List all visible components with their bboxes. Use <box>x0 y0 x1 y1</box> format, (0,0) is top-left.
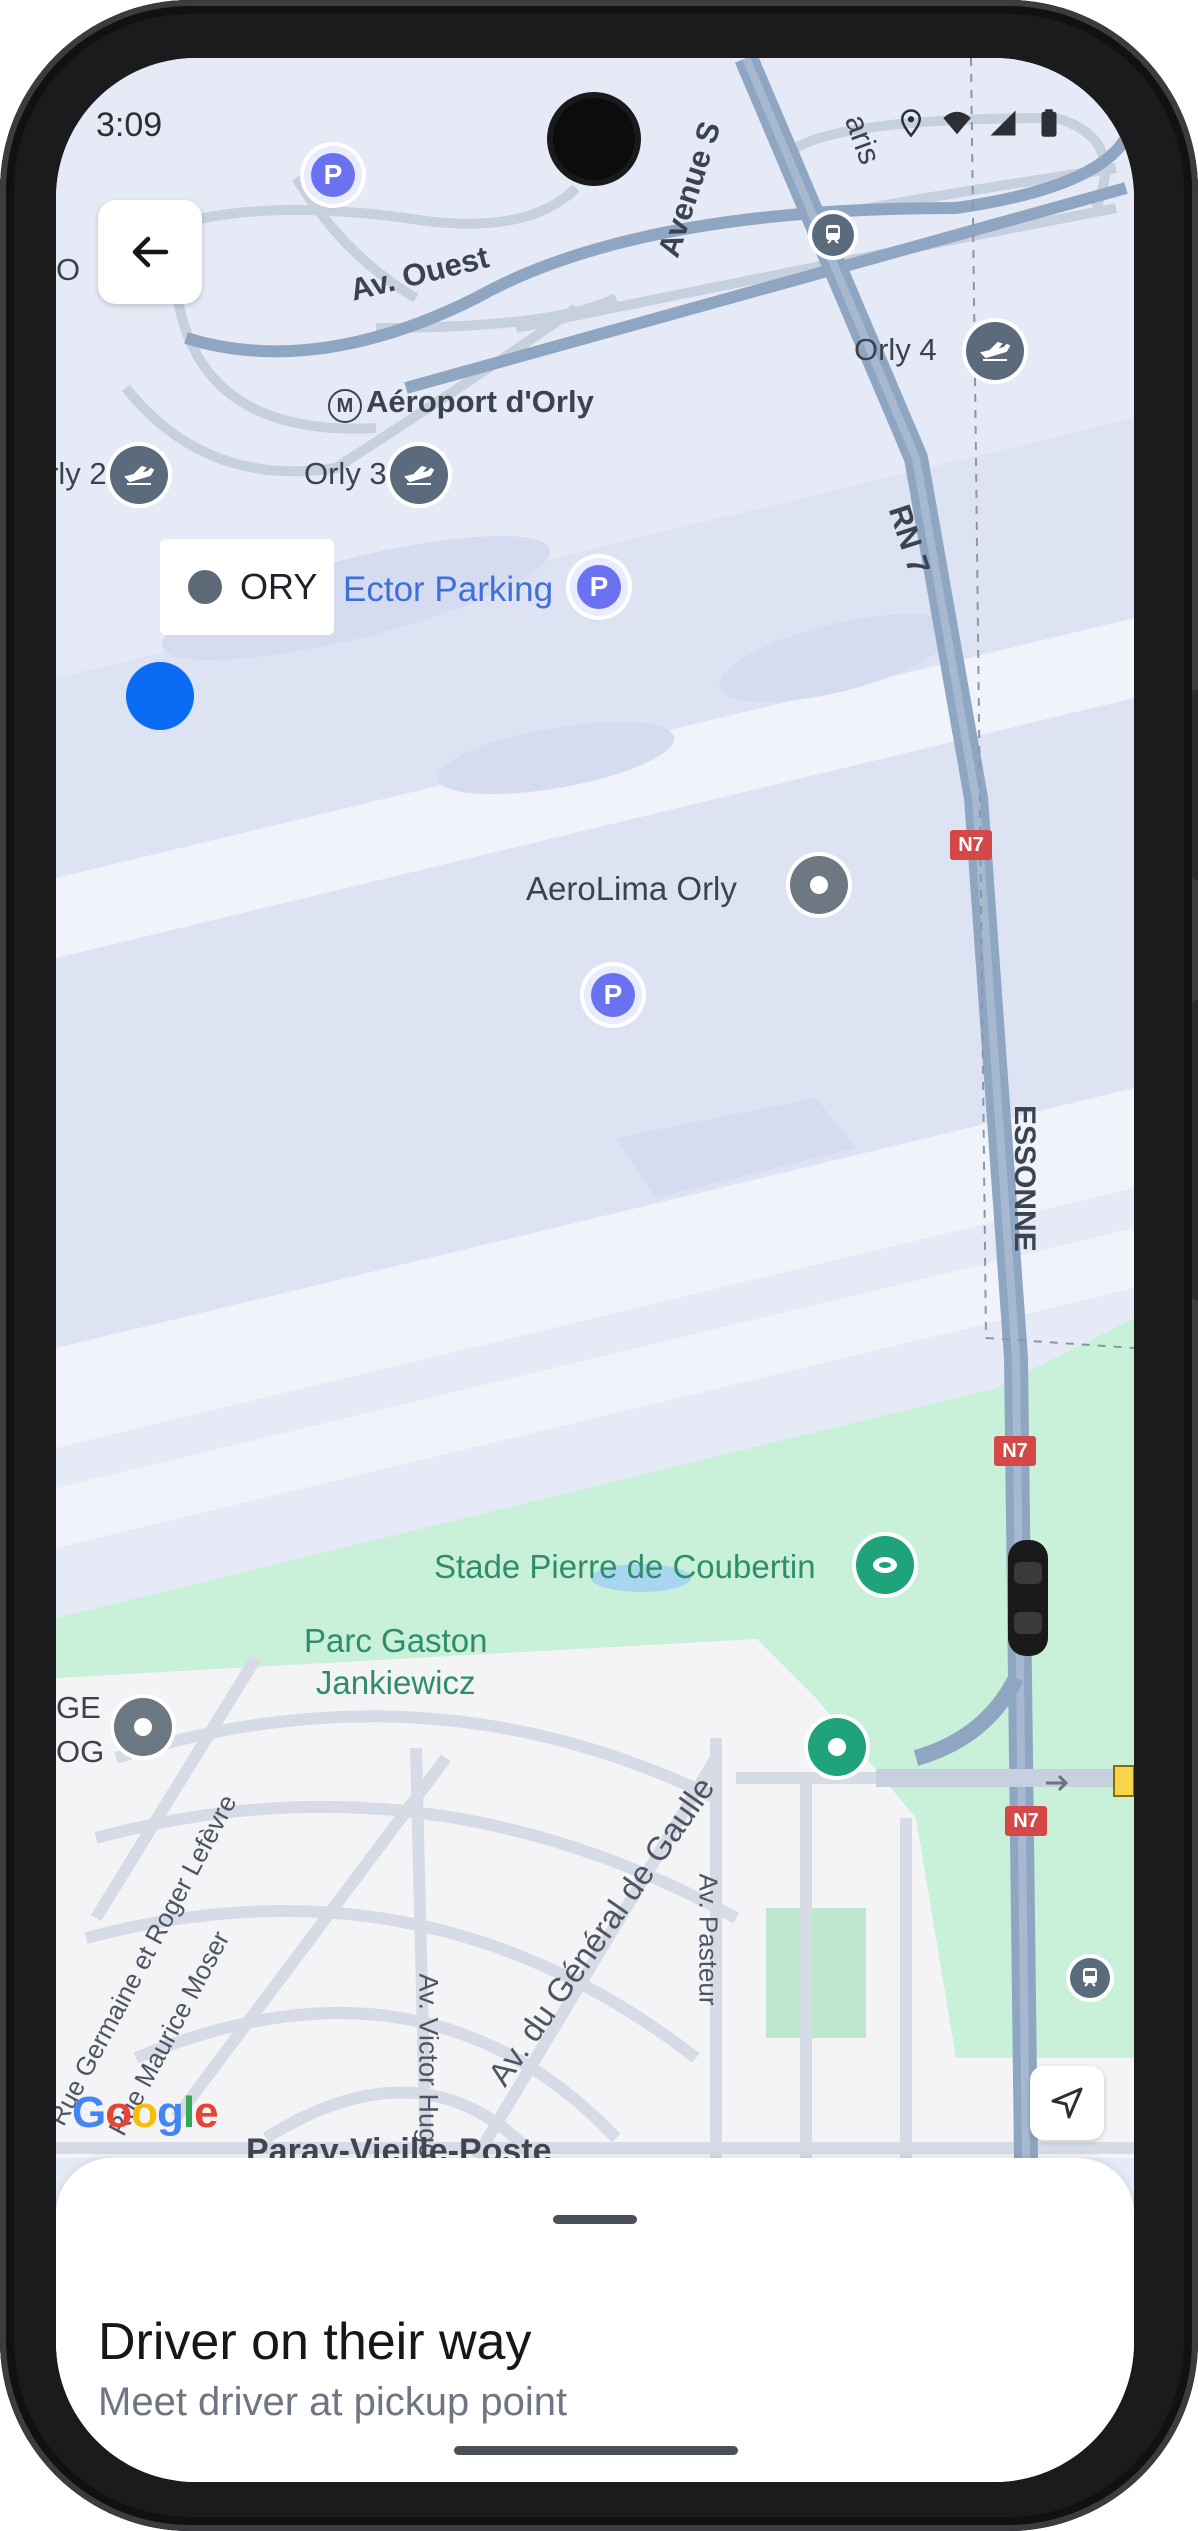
google-logo: Google <box>72 2088 219 2137</box>
orly4-label: Orly 4 <box>854 332 937 367</box>
train-icon <box>1083 1968 1097 1987</box>
airport-terminal-pin[interactable] <box>966 322 1024 380</box>
airport-terminal-pin[interactable] <box>110 446 168 504</box>
navigation-arrow-icon <box>1051 2087 1083 2119</box>
road-label-av-victor-hugo: Av. Victor Hugo <box>413 1973 444 2159</box>
status-time: 3:09 <box>96 106 163 144</box>
orly2-label: rly 2 <box>56 456 107 491</box>
orly3-label: Orly 3 <box>304 456 387 491</box>
pickup-point-pin[interactable] <box>808 1718 866 1776</box>
road-shield-n7: N7 <box>950 830 992 860</box>
og-label: OG <box>56 1734 105 1769</box>
airport-terminal-pin[interactable] <box>390 446 448 504</box>
power-button <box>1192 1000 1198 1300</box>
user-location-dot <box>126 662 194 730</box>
place-pin-aerolima[interactable] <box>790 856 848 914</box>
edge-label-o: O <box>56 252 81 287</box>
airplane-icon <box>404 465 434 485</box>
stadium-pin[interactable] <box>856 1536 914 1594</box>
battery-icon <box>1041 109 1057 137</box>
place-pin-dot <box>810 876 828 894</box>
arrow-left-icon <box>132 236 169 268</box>
stadium-icon <box>873 1557 897 1573</box>
pickup-location-chip[interactable]: ORY <box>160 539 334 635</box>
driver-car <box>1008 1540 1048 1656</box>
pickup-dot-icon <box>188 570 222 604</box>
phone-frame: Av. Ouest Avenue S aris M Aéroport d'Orly… <box>0 0 1198 2531</box>
metro-label-aeroport-orly: M Aéroport d'Orly <box>328 384 594 423</box>
road-shield-n7: N7 <box>994 1436 1036 1466</box>
parc-label-line1: Parc Gaston <box>304 1622 488 1659</box>
metro-icon: M <box>328 389 362 423</box>
airplane-icon <box>980 341 1010 361</box>
signal-icon <box>990 110 1016 136</box>
place-pin-dot <box>134 1718 152 1736</box>
pickup-location-label: ORY <box>240 566 318 607</box>
volume-button <box>1192 690 1198 880</box>
road-label-essonne: ESSONNE <box>1008 1105 1041 1252</box>
wifi-icon <box>943 111 971 135</box>
stade-label: Stade Pierre de Coubertin <box>434 1548 816 1585</box>
airplane-icon <box>124 465 154 485</box>
pickup-pin-dot <box>828 1738 846 1756</box>
sheet-title: Driver on their way <box>98 2313 532 2371</box>
map[interactable] <box>56 58 1134 2482</box>
sheet-subtitle: Meet driver at pickup point <box>98 2380 568 2424</box>
ge-label: GE <box>56 1690 101 1725</box>
train-pin[interactable] <box>812 214 854 256</box>
train-icon <box>826 225 840 244</box>
aerolima-label: AeroLima Orly <box>526 870 737 907</box>
recenter-button[interactable] <box>1030 2066 1104 2140</box>
status-bar: 3:09 <box>56 58 1134 208</box>
aeroport-text: Aéroport d'Orly <box>366 384 594 419</box>
status-icons <box>896 108 1064 138</box>
home-indicator[interactable] <box>454 2446 738 2455</box>
road-label-av-pasteur: Av. Pasteur <box>693 1873 724 2006</box>
back-button[interactable] <box>98 200 202 304</box>
bottom-sheet[interactable]: Driver on their way Meet driver at picku… <box>56 2158 1134 2482</box>
train-pin[interactable] <box>1070 1958 1110 1998</box>
front-camera <box>553 98 635 180</box>
screen: Av. Ouest Avenue S aris M Aéroport d'Orly… <box>56 58 1134 2482</box>
parking-pin[interactable]: P <box>570 558 628 616</box>
ector-parking-label: Ector Parking <box>343 570 554 609</box>
place-pin[interactable] <box>114 1698 172 1756</box>
parking-icon: P <box>591 973 635 1017</box>
parking-pin[interactable]: P <box>584 966 642 1024</box>
parking-icon: P <box>577 565 621 609</box>
location-icon <box>900 109 922 138</box>
sheet-drag-handle[interactable] <box>553 2215 637 2224</box>
parc-label-line2: Jankiewicz <box>315 1664 476 1701</box>
road-shield-n7: N7 <box>1005 1806 1047 1836</box>
parc-label: Parc Gaston Jankiewicz <box>304 1620 487 1704</box>
